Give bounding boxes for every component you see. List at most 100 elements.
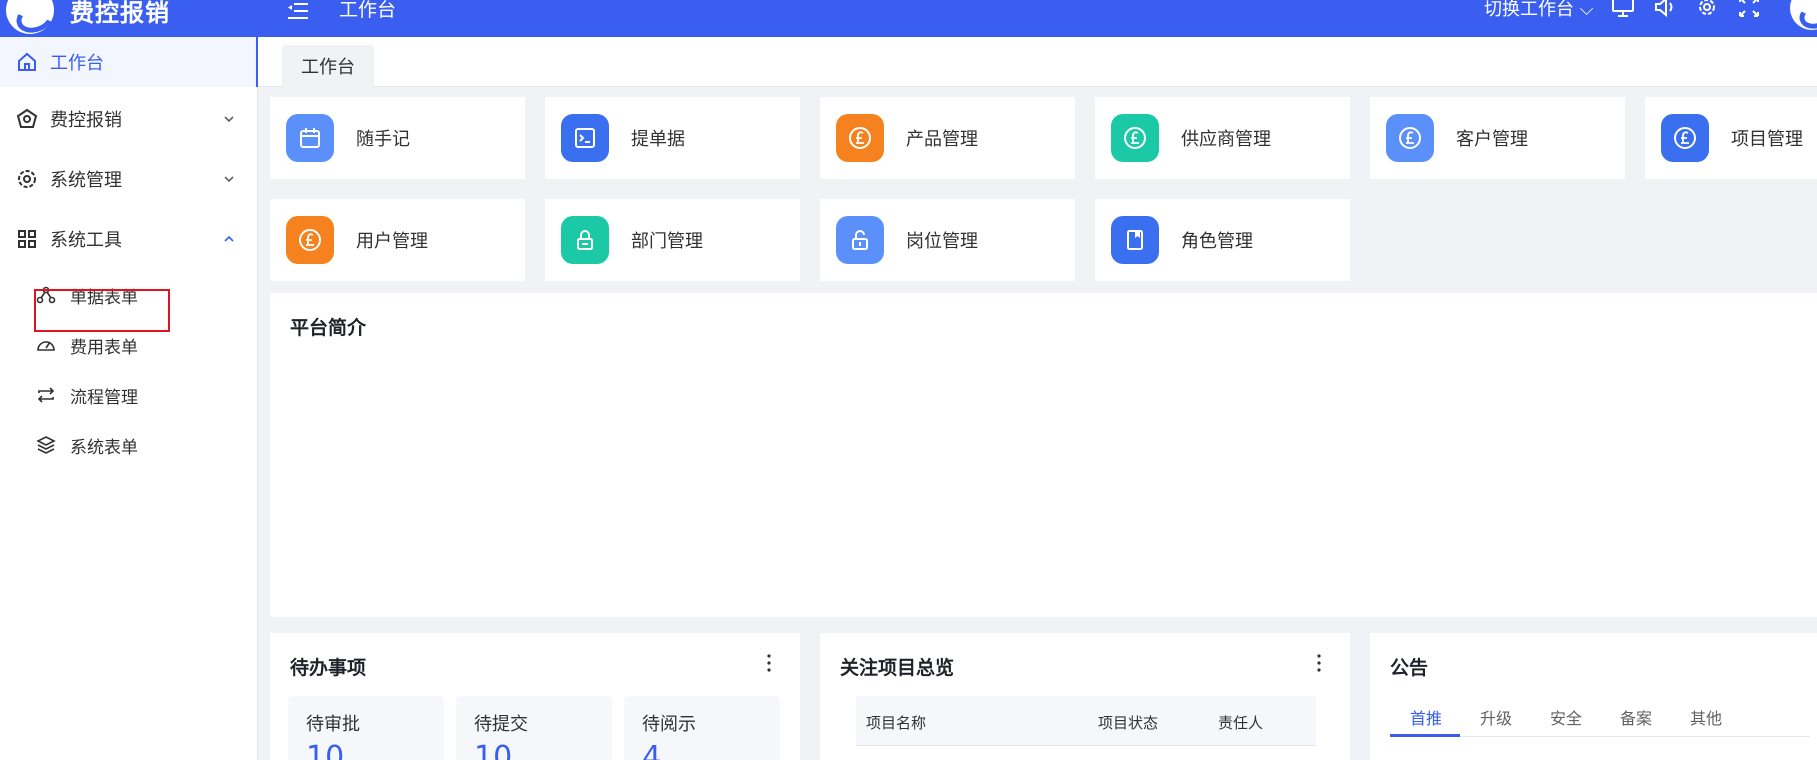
gear-icon bbox=[18, 170, 36, 188]
column-header: 项目状态 bbox=[1098, 714, 1159, 732]
column-header: 责任人 bbox=[1218, 714, 1264, 732]
projects-panel: 关注项目总览 项目名称 项目状态 责任人 bbox=[820, 633, 1350, 760]
stat-label: 待阅示 bbox=[642, 714, 696, 735]
shortcut-label: 部门管理 bbox=[631, 231, 703, 252]
shortcut-label: 随手记 bbox=[356, 129, 410, 150]
unlock-icon bbox=[852, 230, 868, 250]
sidebar-subitem-label: 流程管理 bbox=[70, 388, 138, 408]
sidebar-subitem-label: 费用表单 bbox=[70, 338, 138, 358]
stat-value: 10 bbox=[474, 740, 513, 760]
top-header: 费控报销 工作台 切换工作台 ⌵ bbox=[0, 0, 1817, 37]
sidebar-item-label: 费控报销 bbox=[50, 110, 122, 131]
gear-icon[interactable] bbox=[1694, 0, 1720, 18]
tab-workbench[interactable]: 工作台 bbox=[282, 45, 374, 87]
shortcut-icon-box bbox=[561, 216, 609, 264]
sidebar-item-system-tools[interactable]: 系统工具 bbox=[0, 214, 258, 264]
shortcut-card[interactable]: 岗位管理 bbox=[820, 199, 1075, 281]
shortcut-icon-box bbox=[1111, 114, 1159, 162]
shortcut-label: 提单据 bbox=[631, 129, 685, 150]
shortcut-icon-box bbox=[1386, 114, 1434, 162]
shortcut-card[interactable]: 项目管理 bbox=[1645, 97, 1817, 179]
sidebar-subitem-label: 系统表单 bbox=[70, 438, 138, 458]
shortcut-label: 项目管理 bbox=[1731, 129, 1803, 150]
stat-pending-approval[interactable]: 待审批 10 bbox=[288, 696, 444, 760]
stat-label: 待审批 bbox=[306, 714, 360, 735]
sidebar-item-label: 系统工具 bbox=[50, 230, 122, 251]
pound-coin-icon bbox=[849, 127, 871, 149]
pound-coin-icon bbox=[1124, 127, 1146, 149]
chevron-down-icon bbox=[224, 176, 234, 183]
sidebar-subitem-process-management[interactable]: 流程管理 bbox=[0, 373, 258, 417]
shortcut-label: 供应商管理 bbox=[1181, 129, 1271, 150]
sidebar-item-expense[interactable]: 费控报销 bbox=[0, 94, 258, 144]
sidebar-subitem-system-form[interactable]: 系统表单 bbox=[0, 423, 258, 467]
tabs-bar: 工作台 bbox=[258, 37, 1817, 87]
avatar[interactable] bbox=[1790, 0, 1817, 30]
shortcut-icon-box bbox=[1661, 114, 1709, 162]
package-icon bbox=[16, 108, 38, 128]
swap-icon bbox=[37, 387, 55, 403]
gauge-icon bbox=[37, 341, 55, 351]
calendar-icon bbox=[300, 128, 320, 148]
app-title: 费控报销 bbox=[70, 0, 170, 27]
shortcut-card[interactable]: 产品管理 bbox=[820, 97, 1075, 179]
shortcut-icon-box bbox=[836, 114, 884, 162]
notice-tab-filing[interactable]: 备案 bbox=[1620, 705, 1652, 729]
notice-tab-security[interactable]: 安全 bbox=[1550, 705, 1582, 729]
shortcut-icon-box bbox=[1111, 216, 1159, 264]
logo bbox=[6, 0, 54, 34]
sidebar-item-workbench[interactable]: 工作台 bbox=[0, 37, 259, 87]
shortcut-icon-box bbox=[836, 216, 884, 264]
shortcut-card[interactable]: 部门管理 bbox=[545, 199, 800, 281]
shortcut-icon-box bbox=[286, 114, 334, 162]
pound-coin-icon bbox=[1674, 127, 1696, 149]
notice-tab-upgrade[interactable]: 升级 bbox=[1480, 705, 1512, 729]
lock-icon bbox=[577, 230, 593, 250]
sidebar-item-system-management[interactable]: 系统管理 bbox=[0, 154, 258, 204]
stat-pending-submit[interactable]: 待提交 10 bbox=[456, 696, 612, 760]
notice-tab-other[interactable]: 其他 bbox=[1690, 705, 1722, 729]
header-title: 工作台 bbox=[339, 0, 397, 21]
notice-title: 公告 bbox=[1390, 657, 1429, 679]
pound-coin-icon bbox=[299, 229, 321, 251]
more-vertical-icon[interactable] bbox=[1316, 653, 1322, 673]
chevron-up-icon bbox=[224, 235, 234, 242]
shortcut-card[interactable]: 随手记 bbox=[270, 97, 525, 179]
todo-panel: 待办事项 待审批 10 待提交 10 待阅示 4 bbox=[270, 633, 800, 760]
chevron-down-icon bbox=[224, 116, 234, 123]
menu-fold-icon[interactable] bbox=[286, 0, 310, 22]
shortcut-label: 产品管理 bbox=[906, 129, 978, 150]
shortcut-card[interactable]: 客户管理 bbox=[1370, 97, 1625, 179]
fullscreen-icon[interactable] bbox=[1736, 0, 1762, 18]
shortcut-card[interactable]: 供应商管理 bbox=[1095, 97, 1350, 179]
notice-tab-featured[interactable]: 首推 bbox=[1410, 705, 1442, 729]
stat-value: 4 bbox=[642, 740, 662, 760]
monitor-icon[interactable] bbox=[1610, 0, 1636, 18]
todo-title: 待办事项 bbox=[290, 657, 367, 679]
notice-panel: 公告 首推 升级 安全 备案 其他 bbox=[1370, 633, 1817, 760]
switch-workspace-dropdown[interactable]: 切换工作台 ⌵ bbox=[1484, 0, 1593, 21]
shortcut-label: 客户管理 bbox=[1456, 129, 1528, 150]
terminal-icon bbox=[575, 128, 595, 148]
home-icon bbox=[18, 52, 36, 71]
sound-icon[interactable] bbox=[1652, 0, 1678, 18]
bookmark-icon bbox=[1127, 230, 1143, 250]
shortcut-icon-box bbox=[561, 114, 609, 162]
stat-pending-read[interactable]: 待阅示 4 bbox=[624, 696, 780, 760]
sidebar-item-label: 工作台 bbox=[50, 53, 104, 74]
selection-highlight bbox=[34, 289, 170, 332]
layers-icon bbox=[36, 436, 56, 454]
shortcut-card[interactable]: 提单据 bbox=[545, 97, 800, 179]
platform-intro-panel: 平台简介 bbox=[270, 293, 1817, 617]
table-header: 项目名称 项目状态 责任人 bbox=[856, 696, 1316, 746]
active-tab-indicator bbox=[1390, 734, 1460, 737]
grid-icon bbox=[18, 230, 36, 248]
shortcut-label: 岗位管理 bbox=[906, 231, 978, 252]
more-vertical-icon[interactable] bbox=[766, 653, 772, 673]
platform-intro-title: 平台简介 bbox=[290, 317, 367, 339]
shortcut-card[interactable]: 角色管理 bbox=[1095, 199, 1350, 281]
stat-label: 待提交 bbox=[474, 714, 528, 735]
projects-title: 关注项目总览 bbox=[840, 657, 955, 679]
shortcut-card[interactable]: 用户管理 bbox=[270, 199, 525, 281]
pound-coin-icon bbox=[1399, 127, 1421, 149]
